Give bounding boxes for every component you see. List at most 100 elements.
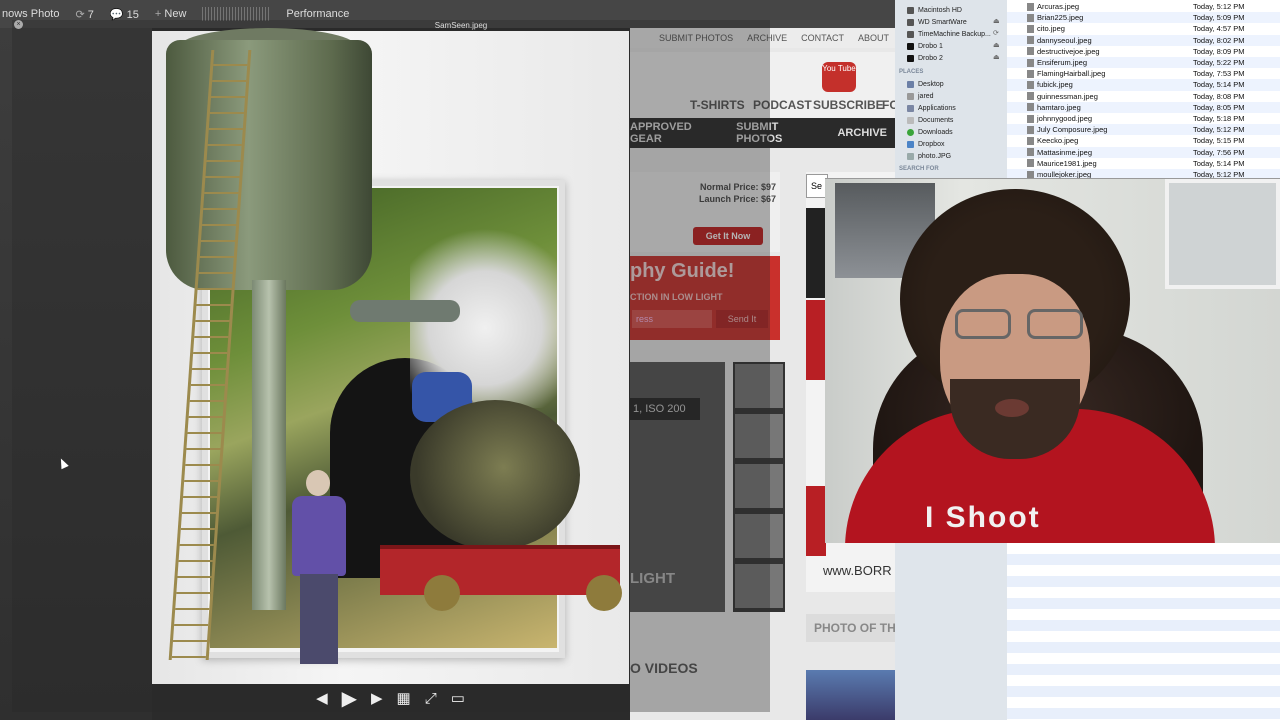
sidebar-item-label: Drobo 2 (918, 54, 943, 62)
sidebar-item-macintosh-hd[interactable]: Macintosh HD (907, 4, 962, 16)
list-item[interactable]: Keecko.jpeg Today, 5:15 PM (1007, 135, 1280, 146)
sidebar-item-timemachine[interactable]: TimeMachine Backup... (907, 28, 991, 40)
dropbox-icon (907, 140, 914, 148)
steam-locomotive (380, 390, 622, 640)
finder-sidebar-lower (895, 543, 1007, 720)
sidebar-item-label: Macintosh HD (918, 6, 962, 14)
list-item[interactable]: johnnygood.jpeg Today, 5:18 PM (1007, 113, 1280, 124)
plus-icon: + (154, 8, 162, 20)
comments-link[interactable]: 💬 15 (110, 8, 139, 21)
sidebar-item-label: Desktop (918, 80, 944, 88)
figure-shirt (292, 496, 346, 576)
nav-about[interactable]: ABOUT (858, 33, 889, 43)
close-icon[interactable]: × (14, 20, 23, 29)
subscribe-link[interactable]: SUBSCRIBE (813, 98, 884, 112)
sidebar-item-documents[interactable]: Documents (907, 114, 953, 126)
jpeg-file-icon (1027, 2, 1034, 11)
list-item[interactable]: hamtaro.jpeg Today, 8:05 PM (1007, 101, 1280, 113)
sidebar-item-label: WD SmartWare (918, 18, 967, 26)
play-icon[interactable]: ▶ (342, 686, 357, 711)
eject-icon[interactable]: ⏏ (993, 17, 1000, 25)
jpeg-file-icon (1027, 47, 1034, 56)
list-item[interactable]: Arcuras.jpeg Today, 5:12 PM (1007, 1, 1280, 12)
new-link[interactable]: + New (155, 8, 187, 20)
list-item[interactable]: Maurice1981.jpeg Today, 5:14 PM (1007, 158, 1280, 169)
new-label: New (164, 8, 187, 20)
list-item[interactable]: Mattasinme.jpeg Today, 7:56 PM (1007, 146, 1280, 158)
site-title-link[interactable]: nows Photo (2, 8, 59, 20)
stats-sparkline[interactable] (202, 7, 271, 21)
disk-icon (907, 18, 914, 26)
glasses-lens (955, 309, 1011, 339)
list-item[interactable]: fubick.jpeg Today, 5:14 PM (1007, 79, 1280, 91)
finder-sidebar: Macintosh HD WD SmartWare ⏏ TimeMachine … (895, 0, 1007, 180)
figure-head (306, 470, 330, 496)
downloads-icon (907, 128, 914, 136)
applications-icon (907, 104, 914, 112)
sidebar-item-applications[interactable]: Applications (907, 102, 956, 114)
jpeg-file-icon (1027, 103, 1034, 112)
sidebar-item-home[interactable]: jared (907, 90, 934, 102)
places-header: PLACES (899, 69, 924, 75)
list-item[interactable]: FlamingHairball.jpeg Today, 7:53 PM (1007, 68, 1280, 79)
updates-link[interactable]: ⟳ 7 (75, 8, 93, 21)
list-item[interactable]: destructivejoe.jpeg Today, 8:09 PM (1007, 46, 1280, 57)
buffer (424, 575, 460, 611)
sidebar-item-label: Dropbox (918, 140, 945, 148)
drobo-icon (907, 54, 914, 62)
eject-icon[interactable]: ⏏ (993, 41, 1000, 49)
list-item[interactable]: cito.jpeg Today, 4:57 PM (1007, 23, 1280, 34)
sidebar-item-label: Documents (918, 116, 954, 124)
sidebar-item-drobo-2[interactable]: Drobo 2 (907, 52, 943, 64)
sidebar-item-label: Downloads (918, 128, 953, 136)
nav-contact[interactable]: CONTACT (801, 33, 844, 43)
jpeg-file-icon (1027, 159, 1034, 168)
sidebar-item-label: TimeMachine Backup... (918, 30, 991, 38)
sync-icon[interactable]: ⟳ (993, 29, 999, 37)
sidebar-item-drobo-1[interactable]: Drobo 1 (907, 40, 943, 52)
jpeg-file-icon (1027, 114, 1034, 123)
add-to-iphoto-icon[interactable]: ▭ (451, 689, 465, 707)
menu-archive[interactable]: ARCHIVE (837, 127, 887, 139)
list-item[interactable]: dannyseoul.jpeg Today, 8:02 PM (1007, 34, 1280, 46)
sidebar-item-downloads[interactable]: Downloads (907, 126, 953, 138)
fullscreen-icon[interactable]: ⤢ (425, 690, 437, 707)
jpeg-file-icon (1027, 80, 1034, 89)
sidebar-item-dropbox[interactable]: Dropbox (907, 138, 944, 150)
finder-empty-rows (1007, 543, 1280, 720)
sidebar-ad[interactable] (806, 300, 826, 380)
image-file-icon (907, 152, 914, 160)
documents-icon (907, 116, 914, 124)
performance-link[interactable]: Performance (286, 8, 349, 20)
next-icon[interactable]: ▶ (371, 689, 383, 707)
search-for-header: SEARCH FOR (899, 166, 939, 172)
borrow-lenses-ad[interactable]: www.BORR (823, 563, 892, 578)
sidebar-item-wd-smartware[interactable]: WD SmartWare (907, 16, 967, 28)
jpeg-file-icon (1027, 136, 1034, 145)
sidebar-ad[interactable] (806, 208, 826, 298)
list-item[interactable]: Ensiferum.jpeg Today, 5:22 PM (1007, 57, 1280, 69)
updates-count: 7 (87, 8, 94, 21)
sidebar-item-desktop[interactable]: Desktop (907, 78, 944, 90)
tower-column (252, 280, 286, 610)
jpeg-file-icon (1027, 13, 1034, 22)
sidebar-item-label: Drobo 1 (918, 42, 943, 50)
shirt-text: I Shoot (925, 501, 1041, 534)
list-item[interactable]: July Composure.jpeg Today, 5:12 PM (1007, 124, 1280, 136)
previous-icon[interactable]: ◀ (316, 689, 328, 707)
webcam-overlay: I Shoot (825, 178, 1280, 543)
sidebar-item-label: photo.JPG (918, 152, 952, 160)
eject-icon[interactable]: ⏏ (993, 53, 1000, 61)
comment-icon: 💬 (109, 8, 124, 21)
youtube-icon[interactable]: You Tube (822, 62, 856, 92)
photographer-figure (290, 470, 348, 665)
sidebar-ad[interactable] (806, 486, 826, 556)
list-item[interactable]: Brian225.jpeg Today, 5:09 PM (1007, 12, 1280, 24)
index-sheet-icon[interactable]: ▦ (397, 689, 411, 707)
list-item[interactable]: guinnessman.jpeg Today, 8:08 PM (1007, 91, 1280, 102)
finder-file-list: Arcuras.jpeg Today, 5:12 PM Brian225.jpeg… (1007, 0, 1280, 181)
jpeg-file-icon (1027, 36, 1034, 45)
photo-of-the-day-image[interactable] (806, 670, 895, 720)
sidebar-item-photo[interactable]: photo.JPG (907, 150, 951, 162)
desktop-icon (907, 80, 914, 88)
